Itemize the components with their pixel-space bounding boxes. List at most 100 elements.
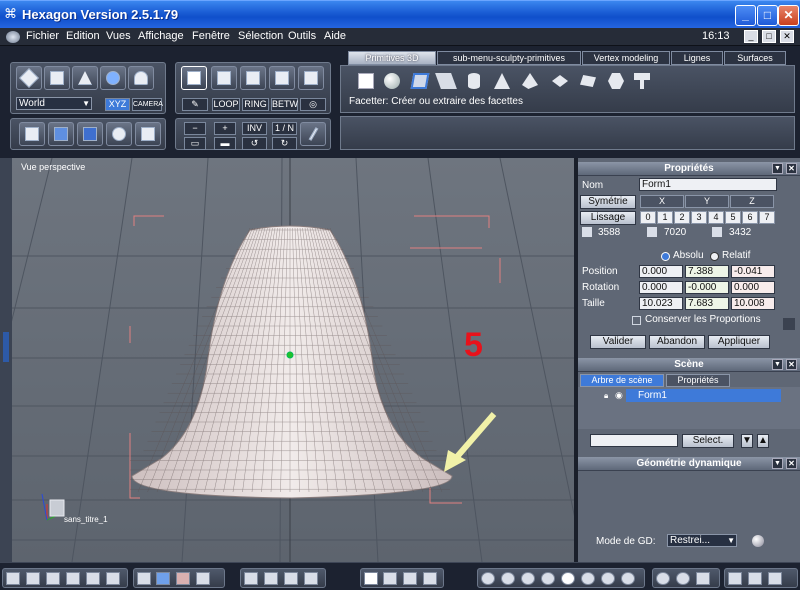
select-object-icon[interactable] (181, 66, 207, 90)
visibility-eye-icon[interactable]: ◉ (615, 390, 623, 401)
eye-icon[interactable] (304, 572, 318, 585)
cone-primitive-icon[interactable] (489, 70, 515, 92)
select-ring-icon[interactable]: ↻ (272, 137, 297, 150)
select-mixed-icon[interactable] (298, 66, 324, 90)
move-icon[interactable] (383, 572, 397, 585)
xyz-button[interactable]: XYZ (105, 98, 130, 111)
name-field[interactable]: Form1 (639, 178, 777, 191)
light-2-icon[interactable] (676, 572, 690, 585)
textured-icon[interactable] (601, 572, 615, 585)
wire-sphere-icon[interactable] (481, 572, 495, 585)
minimize-button[interactable]: _ (735, 5, 756, 26)
scene-filter-field[interactable] (590, 434, 678, 447)
select-misc-icon[interactable]: ◎ (300, 98, 326, 111)
mdi-minimize-button[interactable]: _ (744, 30, 758, 43)
gd-sphere-icon[interactable] (752, 535, 764, 547)
shaded-wire-2-icon[interactable] (541, 572, 555, 585)
extrude-tool-icon[interactable] (48, 122, 74, 146)
close-button[interactable]: ✕ (778, 5, 799, 26)
absolu-radio[interactable] (661, 252, 670, 261)
universal-manipulator-icon[interactable] (364, 572, 378, 585)
ghost-tool-icon[interactable] (128, 66, 154, 90)
appliquer-button[interactable]: Appliquer (708, 335, 770, 349)
grid-blue-icon[interactable] (156, 572, 170, 585)
pen-tool-icon[interactable] (300, 122, 326, 146)
position-z-field[interactable]: -0.041 (731, 265, 775, 278)
viewport-3d[interactable]: Vue perspective 5 sans_titre_1 (12, 158, 574, 562)
rotation-x-field[interactable]: 0.000 (639, 281, 683, 294)
position-x-field[interactable]: 0.000 (639, 265, 683, 278)
facet-tool-icon[interactable] (407, 70, 433, 92)
prism-primitive-icon[interactable] (575, 70, 601, 92)
left-dock-toggle[interactable] (3, 332, 9, 362)
rotation-y-field[interactable]: -0.000 (685, 281, 729, 294)
lock-icon[interactable]: 🔒︎ (604, 391, 608, 401)
grid-red-icon[interactable] (176, 572, 190, 585)
layout-full-icon[interactable] (106, 572, 120, 585)
smoothing-level-4[interactable]: 4 (708, 211, 724, 224)
size-x-field[interactable]: 10.023 (639, 297, 683, 310)
gd-mode-select[interactable]: Restrei... ▼ (667, 534, 737, 547)
menu-aide[interactable]: Aide (324, 30, 346, 42)
select-button[interactable]: Select. (682, 434, 734, 448)
layout-single-icon[interactable] (6, 572, 20, 585)
pivot-point[interactable] (286, 351, 294, 359)
maximize-button[interactable]: □ (757, 5, 778, 26)
scale-icon[interactable] (423, 572, 437, 585)
select-face-icon[interactable] (211, 66, 237, 90)
symetrie-button[interactable]: Symétrie (580, 195, 636, 209)
tab-scene-tree[interactable]: Arbre de scène (580, 374, 664, 387)
move-up-button[interactable]: ▲ (757, 434, 769, 448)
flat-shaded-icon[interactable] (581, 572, 595, 585)
sweep-tool-icon[interactable] (19, 122, 45, 146)
menu-edition[interactable]: Edition (66, 30, 100, 42)
hammer-primitive-icon[interactable] (629, 70, 655, 92)
lissage-button[interactable]: Lissage (580, 211, 636, 225)
valider-button[interactable]: Valider (590, 335, 646, 349)
layout-split-h-icon[interactable] (46, 572, 60, 585)
light-3-icon[interactable] (696, 572, 710, 585)
smoothing-level-6[interactable]: 6 (742, 211, 758, 224)
grid-toggle-icon[interactable] (196, 572, 210, 585)
pan-icon[interactable] (264, 572, 278, 585)
smoothing-level-3[interactable]: 3 (691, 211, 707, 224)
shaded-wire-icon[interactable] (521, 572, 535, 585)
cube-primitive-icon[interactable] (353, 70, 379, 92)
tab-vertex-modeling[interactable]: Vertex modeling (582, 51, 670, 65)
zoom-icon[interactable] (284, 572, 298, 585)
rotation-z-field[interactable]: 0.000 (731, 281, 775, 294)
conserver-checkbox[interactable] (632, 316, 641, 325)
select-vertex-icon[interactable] (269, 66, 295, 90)
layout-three-icon[interactable] (86, 572, 100, 585)
cylinder-primitive-icon[interactable] (461, 70, 487, 92)
smoothing-level-1[interactable]: 1 (657, 211, 673, 224)
loop-button[interactable]: LOOP (212, 98, 240, 111)
grow-selection-button[interactable]: + (214, 122, 236, 135)
coordinate-space-select[interactable]: World ▼ (16, 97, 92, 110)
panel-close-icon[interactable]: ✕ (786, 163, 797, 174)
sphere-primitive-icon[interactable] (379, 70, 405, 92)
matcap-icon[interactable] (621, 572, 635, 585)
relatif-radio[interactable] (710, 252, 719, 261)
wire-sphere-2-icon[interactable] (501, 572, 515, 585)
mdi-restore-button[interactable]: □ (762, 30, 776, 43)
lasso-tool-icon[interactable] (44, 66, 70, 90)
layout-split-v-icon[interactable] (66, 572, 80, 585)
tab-scene-properties[interactable]: Propriétés (666, 374, 730, 387)
menu-outils[interactable]: Outils (288, 30, 316, 42)
menu-fichier[interactable]: Fichier (26, 30, 59, 42)
render-settings-icon[interactable] (728, 572, 742, 585)
mdi-close-button[interactable]: ✕ (780, 30, 794, 43)
select-loop-icon[interactable]: ↺ (242, 137, 267, 150)
plane-primitive-icon[interactable] (433, 70, 459, 92)
abandon-button[interactable]: Abandon (649, 335, 705, 349)
pyramid-primitive-icon[interactable] (517, 70, 543, 92)
paint-tool-icon[interactable] (100, 66, 126, 90)
y-header[interactable]: Y (685, 195, 729, 208)
menu-affichage[interactable]: Affichage (138, 30, 184, 42)
scene-close-icon[interactable]: ✕ (786, 359, 797, 370)
tab-lignes[interactable]: Lignes (671, 51, 723, 65)
scene-menu-icon[interactable]: ▼ (772, 359, 783, 370)
size-y-field[interactable]: 7.683 (685, 297, 729, 310)
panel-menu-icon[interactable]: ▼ (772, 163, 783, 174)
